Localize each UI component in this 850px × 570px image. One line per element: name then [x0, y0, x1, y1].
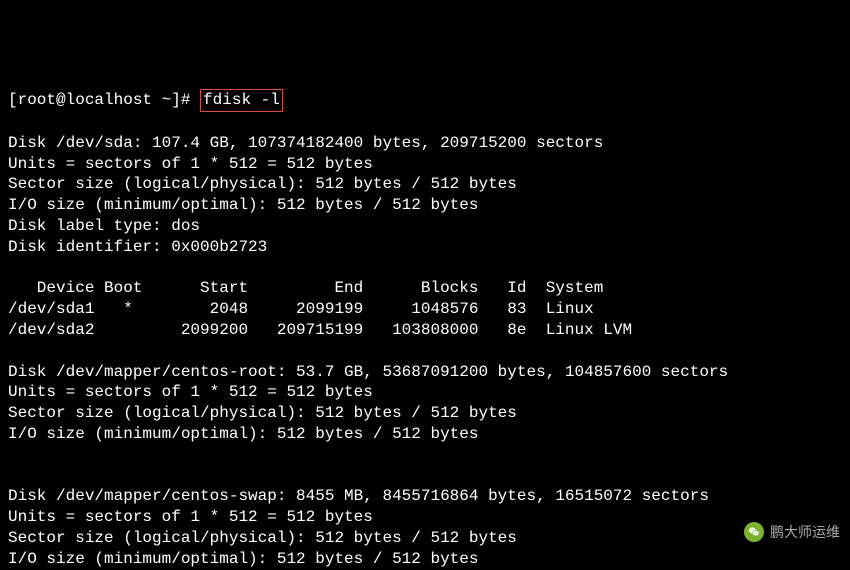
disk-root-io: I/O size (minimum/optimal): 512 bytes / …: [8, 425, 478, 443]
disk-sda-units: Units = sectors of 1 * 512 = 512 bytes: [8, 155, 373, 173]
disk-root-units: Units = sectors of 1 * 512 = 512 bytes: [8, 383, 373, 401]
partition-table-header: Device Boot Start End Blocks Id System: [8, 279, 603, 297]
disk-root-sector: Sector size (logical/physical): 512 byte…: [8, 404, 517, 422]
disk-sda-sector: Sector size (logical/physical): 512 byte…: [8, 175, 517, 193]
disk-sda-label: Disk label type: dos: [8, 217, 200, 235]
disk-root-header: Disk /dev/mapper/centos-root: 53.7 GB, 5…: [8, 363, 728, 381]
disk-swap-sector: Sector size (logical/physical): 512 byte…: [8, 529, 517, 547]
partition-row-sda2: /dev/sda2 2099200 209715199 103808000 8e…: [8, 321, 632, 339]
watermark-text: 鹏大师运维: [770, 523, 840, 541]
wechat-icon: [744, 522, 764, 542]
partition-row-sda1: /dev/sda1 * 2048 2099199 1048576 83 Linu…: [8, 300, 594, 318]
disk-sda-ident: Disk identifier: 0x000b2723: [8, 238, 267, 256]
disk-swap-units: Units = sectors of 1 * 512 = 512 bytes: [8, 508, 373, 526]
disk-sda-io: I/O size (minimum/optimal): 512 bytes / …: [8, 196, 478, 214]
disk-swap-io: I/O size (minimum/optimal): 512 bytes / …: [8, 550, 478, 568]
command-highlight: fdisk -l: [200, 89, 283, 112]
disk-sda-header: Disk /dev/sda: 107.4 GB, 107374182400 by…: [8, 134, 603, 152]
watermark: 鹏大师运维: [744, 522, 840, 542]
shell-prompt: [root@localhost ~]#: [8, 91, 200, 109]
disk-swap-header: Disk /dev/mapper/centos-swap: 8455 MB, 8…: [8, 487, 709, 505]
